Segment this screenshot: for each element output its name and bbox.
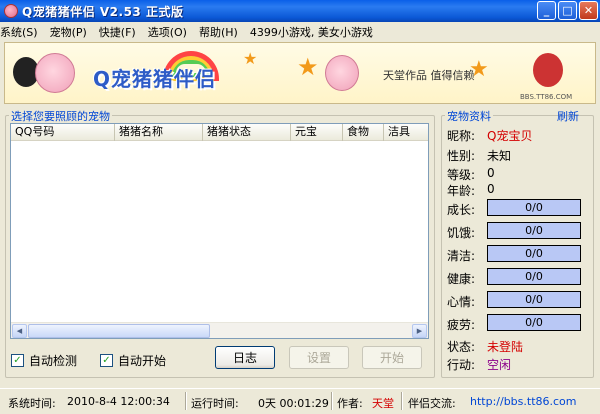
age-value: 0 xyxy=(487,182,495,196)
auto-detect-checkbox[interactable]: ✓ 自动检测 xyxy=(11,352,77,369)
level-row: 等级: 0 xyxy=(447,166,495,183)
system-time-value: 2010-8-4 12:00:34 xyxy=(67,395,170,408)
checkmark-icon: ✓ xyxy=(100,354,113,367)
state-value: 未登陆 xyxy=(487,340,524,354)
column-header-food[interactable]: 食物 xyxy=(343,124,384,141)
pet-list-table[interactable]: QQ号码 猪猪名称 猪猪状态 元宝 食物 洁具 ◀ ▶ xyxy=(10,123,429,339)
action-value: 空闲 xyxy=(487,358,512,372)
stat-label-mood: 心情: xyxy=(447,295,476,309)
level-label: 等级: xyxy=(447,168,476,182)
gender-value: 未知 xyxy=(487,149,512,163)
author-value: 天堂 xyxy=(372,397,394,410)
scroll-right-arrow-icon[interactable]: ▶ xyxy=(412,324,427,338)
menu-shortcut[interactable]: 快捷(F) xyxy=(99,24,142,40)
stat-bar-clean: 0/0 xyxy=(487,245,581,262)
system-time-label: 系统时间: xyxy=(8,397,56,410)
community-label: 伴侣交流: xyxy=(408,397,456,410)
app-pig-icon xyxy=(4,4,18,18)
menu-options[interactable]: 选项(O) xyxy=(148,24,193,40)
pet-info-group-label: 宠物资料 xyxy=(445,108,493,124)
column-header-status[interactable]: 猪猪状态 xyxy=(203,124,291,141)
banner-url: BBS.TT86.COM xyxy=(520,93,573,101)
star-icon: ★ xyxy=(297,53,319,81)
horizontal-scrollbar[interactable]: ◀ ▶ xyxy=(11,322,428,338)
refresh-link[interactable]: 刷新 xyxy=(557,108,579,124)
pig-mascot-icon xyxy=(325,55,359,91)
status-separator xyxy=(401,392,403,410)
auto-detect-label: 自动检测 xyxy=(29,354,78,368)
settings-button[interactable]: 设置 xyxy=(289,346,349,369)
action-row: 行动: 空闲 xyxy=(447,356,511,373)
auto-start-checkbox[interactable]: ✓ 自动开始 xyxy=(100,352,166,369)
banner-title: Q宠猪猪伴侣 xyxy=(93,67,217,91)
state-label: 状态: xyxy=(447,340,476,354)
scroll-left-arrow-icon[interactable]: ◀ xyxy=(12,324,27,338)
scrollbar-thumb[interactable] xyxy=(28,324,210,338)
stat-label-hunger: 饥饿: xyxy=(447,226,476,240)
state-row: 状态: 未登陆 xyxy=(447,338,523,355)
column-header-ingot[interactable]: 元宝 xyxy=(291,124,343,141)
close-button[interactable]: ✕ xyxy=(579,1,598,20)
status-separator xyxy=(185,392,187,410)
gender-row: 性别: 未知 xyxy=(447,147,511,164)
start-button[interactable]: 开始 xyxy=(362,346,422,369)
status-bar: 系统时间: 2010-8-4 12:00:34 运行时间: 0天 00:01:2… xyxy=(0,388,600,414)
nickname-value: Q宠宝贝 xyxy=(487,129,533,143)
run-time-label: 运行时间: xyxy=(191,397,239,410)
title-bar: Q宠猪猪伴侣 V2.53 正式版 _ □ ✕ xyxy=(0,0,600,22)
menu-games-link[interactable]: 4399小游戏, 美女小游戏 xyxy=(250,24,379,40)
stat-label-clean: 清洁: xyxy=(447,249,476,263)
age-row: 年龄: 0 xyxy=(447,182,495,199)
banner-credit: 天堂作品 值得信赖 xyxy=(383,69,475,82)
column-header-name[interactable]: 猪猪名称 xyxy=(115,124,203,141)
column-header-qq[interactable]: QQ号码 xyxy=(11,124,115,141)
window-title: Q宠猪猪伴侣 V2.53 正式版 xyxy=(22,4,184,19)
nickname-label: 昵称: xyxy=(447,129,476,143)
banner: Q宠猪猪伴侣 ★ ★ ★ 天堂作品 值得信赖 BBS.TT86.COM xyxy=(4,42,596,104)
stat-bar-fatigue: 0/0 xyxy=(487,314,581,331)
penguin-icon xyxy=(533,53,563,87)
author-label: 作者: xyxy=(337,397,363,410)
stat-bar-mood: 0/0 xyxy=(487,291,581,308)
age-label: 年龄: xyxy=(447,184,476,198)
community-link[interactable]: http://bbs.tt86.com xyxy=(470,395,577,408)
run-time-value: 0天 00:01:29 xyxy=(258,397,329,410)
stat-label-health: 健康: xyxy=(447,272,476,286)
status-separator xyxy=(331,392,333,410)
pig-mascot-icon xyxy=(35,53,75,93)
auto-start-label: 自动开始 xyxy=(118,354,167,368)
menu-pet[interactable]: 宠物(P) xyxy=(50,24,93,40)
menu-system[interactable]: 系统(S) xyxy=(0,24,44,40)
log-button[interactable]: 日志 xyxy=(215,346,275,369)
checkmark-icon: ✓ xyxy=(11,354,24,367)
column-header-cleaning[interactable]: 洁具 xyxy=(384,124,428,141)
nickname-row: 昵称: Q宠宝贝 xyxy=(447,127,532,144)
menu-bar: 系统(S) 宠物(P) 快捷(F) 选项(O) 帮助(H) 4399小游戏, 美… xyxy=(0,22,600,41)
menu-help[interactable]: 帮助(H) xyxy=(199,24,244,40)
table-header: QQ号码 猪猪名称 猪猪状态 元宝 食物 洁具 xyxy=(11,124,428,141)
level-value: 0 xyxy=(487,166,495,180)
gender-label: 性别: xyxy=(447,149,476,163)
stat-label-growth: 成长: xyxy=(447,203,476,217)
stat-label-fatigue: 疲劳: xyxy=(447,318,476,332)
stat-bar-health: 0/0 xyxy=(487,268,581,285)
minimize-button[interactable]: _ xyxy=(537,1,556,20)
star-icon: ★ xyxy=(243,49,258,68)
stat-bar-growth: 0/0 xyxy=(487,199,581,216)
pet-list-group-label: 选择您要照顾的宠物 xyxy=(9,108,112,124)
stat-bar-hunger: 0/0 xyxy=(487,222,581,239)
action-label: 行动: xyxy=(447,358,476,372)
maximize-button[interactable]: □ xyxy=(558,1,577,20)
